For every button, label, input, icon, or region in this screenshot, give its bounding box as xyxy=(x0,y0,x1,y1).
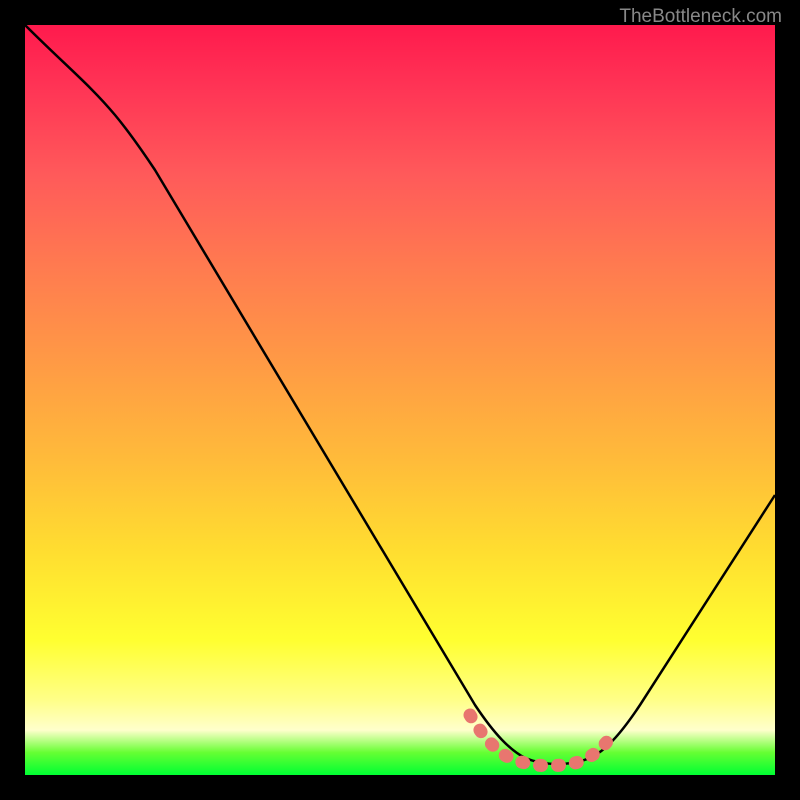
watermark-text: TheBottleneck.com xyxy=(619,6,782,28)
chart-container xyxy=(25,25,775,775)
chart-svg xyxy=(25,25,775,775)
optimal-zone-marker-path xyxy=(470,715,615,766)
bottleneck-curve-path xyxy=(25,25,775,764)
